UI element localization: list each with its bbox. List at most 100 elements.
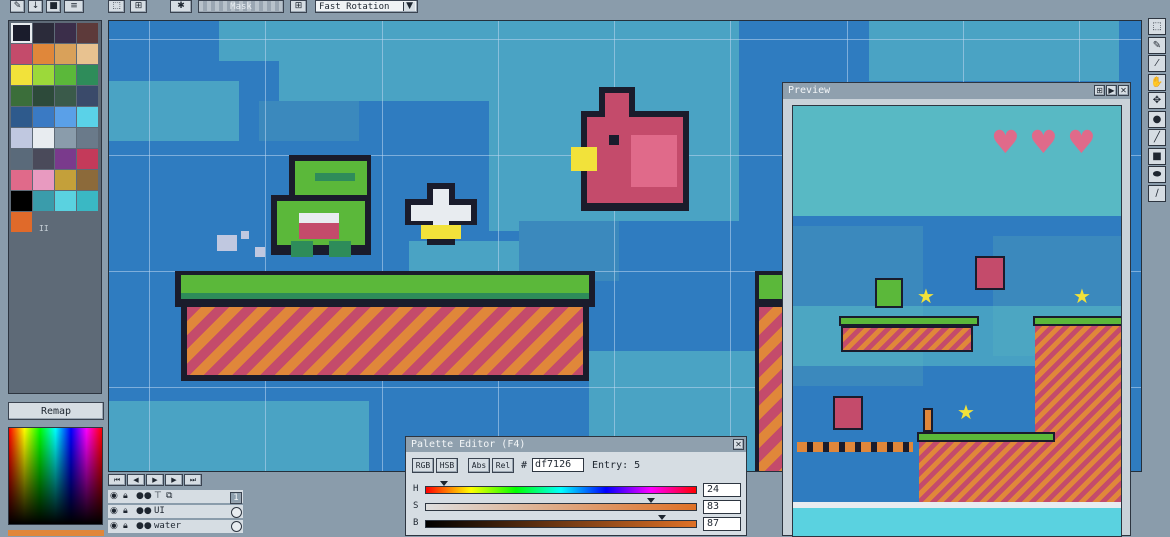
next-frame-icon[interactable]: ▶ — [165, 474, 183, 486]
palette-swatch[interactable] — [55, 44, 76, 64]
palette-swatch[interactable] — [77, 65, 98, 85]
saturation-value-input[interactable]: 83 — [703, 500, 741, 514]
palette-editor-close-icon[interactable]: ✕ — [733, 439, 744, 450]
preview-close-icon[interactable]: ✕ — [1118, 85, 1129, 96]
palette-swatch[interactable] — [77, 128, 98, 148]
brightness-slider[interactable] — [425, 520, 697, 528]
palette-swatch[interactable] — [11, 128, 32, 148]
palette-swatch[interactable] — [33, 23, 54, 43]
palette-swatch[interactable] — [55, 191, 76, 211]
palette-swatch[interactable] — [11, 212, 32, 232]
brightness-value-input[interactable]: 87 — [703, 517, 741, 531]
frame-number[interactable]: 1 — [230, 492, 242, 504]
link-icon[interactable]: ●● — [136, 490, 152, 503]
layer-row[interactable]: ◉ 🔒︎ ●● ⊤ ⧉ — [108, 490, 243, 504]
palette-swatch[interactable] — [55, 23, 76, 43]
palette-swatch[interactable] — [33, 107, 54, 127]
selection-options-icon[interactable]: ⊞ — [290, 0, 307, 13]
hue-value-input[interactable]: 24 — [703, 483, 741, 497]
layer-row[interactable]: ◉ 🔒︎ ●● water — [108, 520, 243, 534]
hue-slider-marker[interactable] — [440, 481, 449, 486]
palette-swatch[interactable] — [33, 44, 54, 64]
hand-icon[interactable]: ✋ — [1148, 73, 1166, 91]
line-icon[interactable]: ╱ — [1148, 129, 1166, 146]
pencil-icon[interactable]: ✎ — [1148, 36, 1166, 54]
palette-swatch[interactable] — [55, 86, 76, 106]
eye-icon[interactable]: ◉ — [110, 505, 118, 518]
palette-swatch[interactable] — [11, 149, 32, 169]
palette-swatch[interactable] — [77, 170, 98, 190]
arrow-down-icon[interactable]: ↓ — [28, 0, 43, 13]
fill-icon[interactable]: ● — [1148, 110, 1166, 128]
eye-icon[interactable]: ◉ — [110, 490, 118, 503]
selection-rect-icon[interactable]: ⬚ — [108, 0, 125, 13]
last-frame-icon[interactable]: ⏭ — [184, 474, 202, 486]
play-icon[interactable]: ▶ — [146, 474, 164, 486]
menu-icon[interactable]: ≡ — [64, 0, 84, 13]
palette-swatch[interactable] — [33, 65, 54, 85]
palette-swatch[interactable] — [33, 149, 54, 169]
brightness-slider-marker[interactable] — [657, 515, 666, 520]
cel-dot[interactable] — [231, 521, 242, 532]
palette-swatch[interactable] — [77, 23, 98, 43]
palette-swatch[interactable] — [77, 191, 98, 211]
remap-button[interactable]: Remap — [8, 402, 104, 420]
palette-swatch[interactable] — [55, 170, 76, 190]
palette-swatch[interactable] — [77, 107, 98, 127]
mode-button-hsb[interactable]: HSB — [436, 458, 458, 473]
preview-zoom-icon[interactable]: ⊞ — [1094, 85, 1105, 96]
palette-swatch[interactable] — [77, 44, 98, 64]
ellipse-icon[interactable]: ⬬ — [1148, 166, 1166, 183]
lock-icon[interactable]: 🔒︎ — [123, 505, 128, 518]
transform-select[interactable]: Fast Rotation ▼ — [315, 0, 418, 13]
brush-icon[interactable]: ∕ — [1148, 184, 1166, 202]
eye-icon[interactable]: ◉ — [110, 520, 118, 533]
palette-swatch[interactable] — [11, 86, 32, 106]
selection-icon[interactable]: ⬚ — [1148, 18, 1166, 35]
saturation-slider-marker[interactable] — [646, 498, 655, 503]
save-icon[interactable]: ■ — [46, 0, 61, 13]
palette-swatch[interactable] — [55, 65, 76, 85]
pen-icon[interactable]: ✎ — [10, 0, 25, 13]
link-icon[interactable]: ●● — [136, 520, 152, 533]
mode-button-rgb[interactable]: RGB — [412, 458, 434, 473]
lock-icon[interactable]: 🔒︎ — [123, 520, 128, 533]
lock-icon[interactable]: 🔒︎ — [123, 490, 128, 503]
palette-swatch[interactable] — [11, 107, 32, 127]
preview-window[interactable]: Preview ⊞ ▶ ✕ ♥ ♥ ♥ ★ ★ ★ — [782, 82, 1131, 537]
link-icon[interactable]: ●● — [136, 505, 152, 518]
selection-gear-icon[interactable]: ✱ — [170, 0, 192, 13]
selection-grid-icon[interactable]: ⊞ — [130, 0, 147, 13]
first-frame-icon[interactable]: ⏮ — [108, 474, 126, 486]
palette-swatch[interactable] — [33, 170, 54, 190]
palette-swatch[interactable] — [33, 191, 54, 211]
palette-swatch[interactable] — [33, 128, 54, 148]
hex-input[interactable]: df7126 — [532, 458, 584, 472]
prev-frame-icon[interactable]: ◀ — [127, 474, 145, 486]
palette-swatch[interactable] — [11, 170, 32, 190]
palette-swatch[interactable] — [11, 191, 32, 211]
palette-swatch[interactable] — [11, 23, 32, 43]
preview-play-icon[interactable]: ▶ — [1106, 85, 1117, 96]
rect-icon[interactable]: ■ — [1148, 147, 1166, 165]
color-picker-square[interactable] — [8, 427, 103, 525]
mode-button-rel[interactable]: Rel — [492, 458, 514, 473]
palette-swatch[interactable] — [11, 44, 32, 64]
palette-swatch[interactable] — [55, 107, 76, 127]
palette-swatch[interactable] — [55, 149, 76, 169]
eyedropper-icon[interactable]: ⁄ — [1148, 55, 1166, 72]
mode-button-abs[interactable]: Abs — [468, 458, 490, 473]
palette-swatch[interactable] — [11, 65, 32, 85]
star-icon: ★ — [957, 400, 975, 424]
hue-slider[interactable] — [425, 486, 697, 494]
palette-editor-window[interactable]: Palette Editor (F4) ✕ # df7126 Entry: 5 … — [405, 436, 747, 536]
cel-dot[interactable] — [231, 507, 242, 518]
palette-swatch[interactable] — [77, 86, 98, 106]
move-icon[interactable]: ✥ — [1148, 92, 1166, 109]
layer-row[interactable]: ◉ 🔒︎ ●● UI — [108, 505, 243, 519]
palette-swatch[interactable] — [77, 149, 98, 169]
mask-button[interactable]: Mask — [198, 0, 284, 13]
palette-swatch[interactable] — [55, 128, 76, 148]
palette-swatch[interactable] — [33, 86, 54, 106]
saturation-slider[interactable] — [425, 503, 697, 511]
